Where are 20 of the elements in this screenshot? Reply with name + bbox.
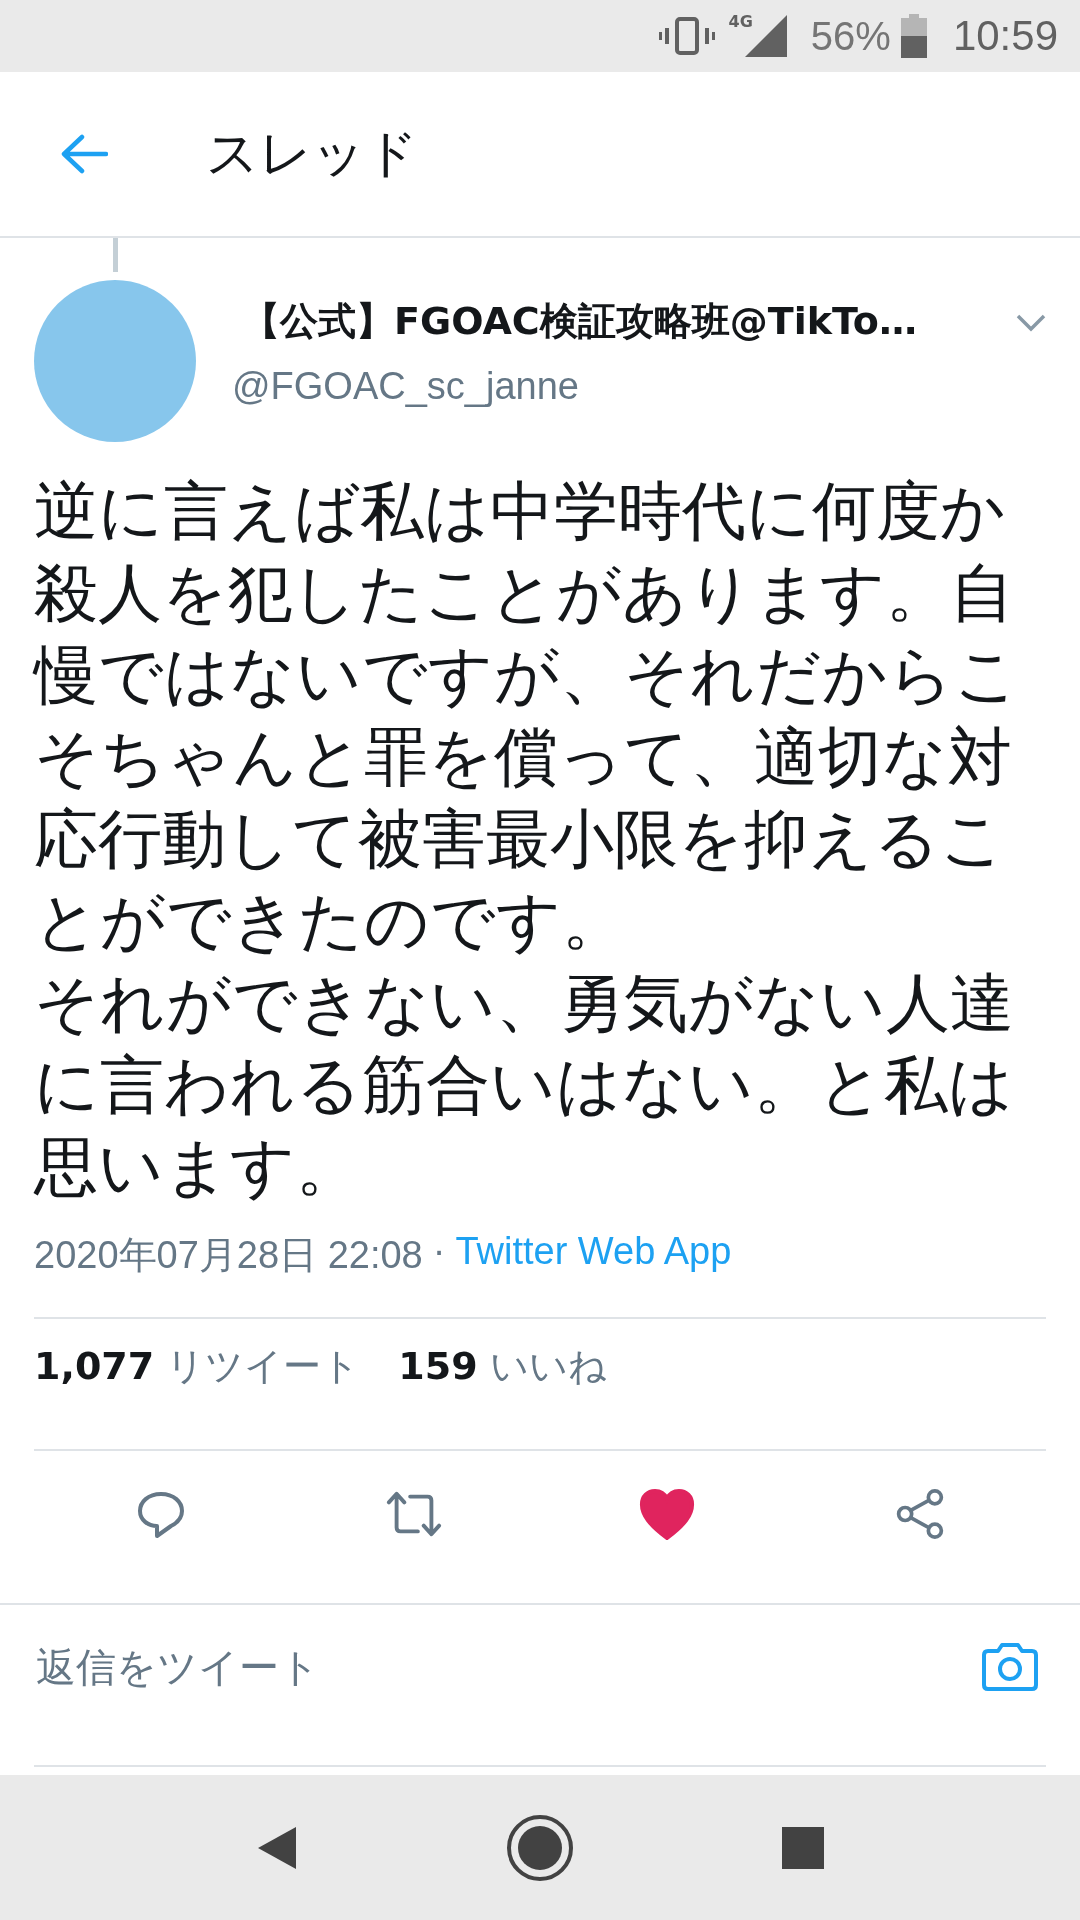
- stat-count[interactable]: 159 いいね: [398, 1340, 607, 1392]
- heart-icon[interactable]: [637, 1488, 696, 1540]
- home-icon[interactable]: [505, 1812, 575, 1883]
- tweet-text: 逆に言えば私は中学時代に何度か殺人を犯したことがあります。自慢ではないですが、それだからこそちゃんと罪を償って、適切な対応行動して被害最小限を抑えることができたのです。: [34, 473, 1021, 960]
- separator-dot: ·: [432, 1230, 446, 1274]
- tweet-text: それができない、勇気がない人達に言われる筋合いはない。と私は思います。: [34, 965, 1015, 1206]
- battery-icon: [900, 14, 927, 58]
- battery-percent: 56%: [810, 13, 891, 59]
- back-arrow-icon[interactable]: [60, 134, 108, 174]
- chevron-down-icon[interactable]: [1016, 314, 1046, 332]
- network-label: 4G: [728, 12, 753, 31]
- vibrate-icon: [658, 16, 715, 56]
- user-handle[interactable]: @FGOAC_sc_janne: [232, 365, 1016, 408]
- camera-icon[interactable]: [980, 1641, 1040, 1693]
- timestamp: 2020年07月28日 22:08: [34, 1233, 423, 1278]
- stat-count[interactable]: 1,077 リツイート: [34, 1340, 361, 1392]
- clock: 10:59: [952, 12, 1058, 60]
- screen-title: スレッド: [206, 122, 418, 185]
- display-name[interactable]: 【公式】FGOAC検証攻略班@TikTo…: [242, 296, 1016, 347]
- reply-input[interactable]: 返信をツイート: [34, 1643, 980, 1691]
